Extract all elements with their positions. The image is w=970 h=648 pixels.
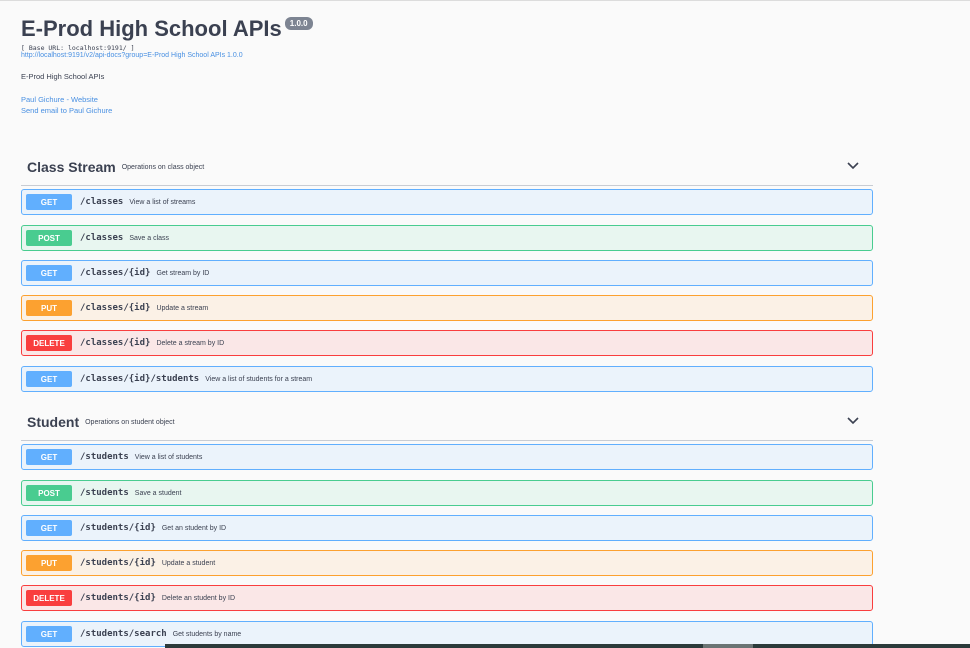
chevron-down-icon[interactable]	[847, 416, 859, 426]
operation-path: /students/{id}	[80, 593, 156, 603]
base-url: [ Base URL: localhost:9191/ ]	[21, 44, 135, 52]
contact-email-link[interactable]: Send email to Paul Gichure	[21, 105, 313, 116]
operation-path: /classes/{id}	[80, 303, 151, 313]
version-badge: 1.0.0	[284, 17, 313, 30]
operation-path: /classes/{id}/students	[80, 374, 200, 384]
tag-header-student[interactable]: Student Operations on student object	[21, 404, 873, 441]
contact-website-link[interactable]: Paul Gichure - Website	[21, 94, 313, 105]
tag-name: Student	[27, 414, 80, 430]
operation-delete-student-by-id[interactable]: DELETE /students/{id} Delete an student …	[21, 585, 873, 611]
api-description: E-Prod High School APIs	[21, 72, 105, 81]
operation-summary: Delete an student by ID	[161, 594, 236, 602]
taskbar-strip	[165, 644, 970, 648]
method-badge: GET	[26, 371, 72, 387]
operation-get-class-by-id[interactable]: GET /classes/{id} Get stream by ID	[21, 260, 873, 286]
operation-summary: Get stream by ID	[156, 269, 210, 277]
operation-summary: Update a stream	[156, 304, 209, 312]
operation-put-student-by-id[interactable]: PUT /students/{id} Update a student	[21, 550, 873, 576]
operation-post-classes[interactable]: POST /classes Save a class	[21, 225, 873, 251]
operation-summary: Save a student	[134, 489, 182, 497]
method-badge: GET	[26, 520, 72, 536]
operation-path: /students	[80, 488, 129, 498]
api-info: E-Prod High School APIs 1.0.0 [ Base URL…	[21, 15, 313, 116]
method-badge: GET	[26, 265, 72, 281]
operation-post-students[interactable]: POST /students Save a student	[21, 480, 873, 506]
operation-summary: View a list of streams	[129, 198, 196, 206]
method-badge: DELETE	[26, 590, 72, 606]
operation-path: /students/{id}	[80, 523, 156, 533]
operation-summary: Get an student by ID	[161, 524, 227, 532]
operation-path: /classes	[80, 233, 124, 243]
operation-summary: Get students by name	[172, 630, 242, 638]
method-badge: GET	[26, 194, 72, 210]
operation-path: /students	[80, 452, 129, 462]
operation-summary: View a list of students for a stream	[205, 375, 313, 383]
operation-path: /classes	[80, 197, 124, 207]
tag-description: Operations on class object	[121, 163, 205, 171]
operation-get-students[interactable]: GET /students View a list of students	[21, 444, 873, 470]
operation-get-class-students[interactable]: GET /classes/{id}/students View a list o…	[21, 366, 873, 392]
api-docs-link[interactable]: http://localhost:9191/v2/api-docs?group=…	[21, 52, 313, 59]
method-badge: PUT	[26, 555, 72, 571]
tag-header-class-stream[interactable]: Class Stream Operations on class object	[21, 149, 873, 186]
method-badge: PUT	[26, 300, 72, 316]
tag-name: Class Stream	[27, 159, 116, 175]
operation-summary: View a list of students	[134, 453, 203, 461]
method-badge: GET	[26, 626, 72, 642]
operation-put-class-by-id[interactable]: PUT /classes/{id} Update a stream	[21, 295, 873, 321]
taskbar-segment	[703, 644, 753, 648]
method-badge: POST	[26, 230, 72, 246]
tag-description: Operations on student object	[85, 418, 175, 426]
operation-get-student-by-id[interactable]: GET /students/{id} Get an student by ID	[21, 515, 873, 541]
contact-info: Paul Gichure - Website Send email to Pau…	[21, 94, 313, 116]
method-badge: POST	[26, 485, 72, 501]
operation-path: /classes/{id}	[80, 338, 151, 348]
operation-path: /classes/{id}	[80, 268, 151, 278]
operation-summary: Update a student	[161, 559, 216, 567]
operation-summary: Save a class	[129, 234, 170, 242]
operation-get-classes[interactable]: GET /classes View a list of streams	[21, 189, 873, 215]
chevron-down-icon[interactable]	[847, 161, 859, 171]
method-badge: DELETE	[26, 335, 72, 351]
operation-summary: Delete a stream by ID	[156, 339, 225, 347]
operation-path: /students/search	[80, 629, 167, 639]
page-title: E-Prod High School APIs	[21, 16, 282, 41]
title-row: E-Prod High School APIs 1.0.0	[21, 15, 313, 43]
method-badge: GET	[26, 449, 72, 465]
operation-delete-class-by-id[interactable]: DELETE /classes/{id} Delete a stream by …	[21, 330, 873, 356]
operation-path: /students/{id}	[80, 558, 156, 568]
